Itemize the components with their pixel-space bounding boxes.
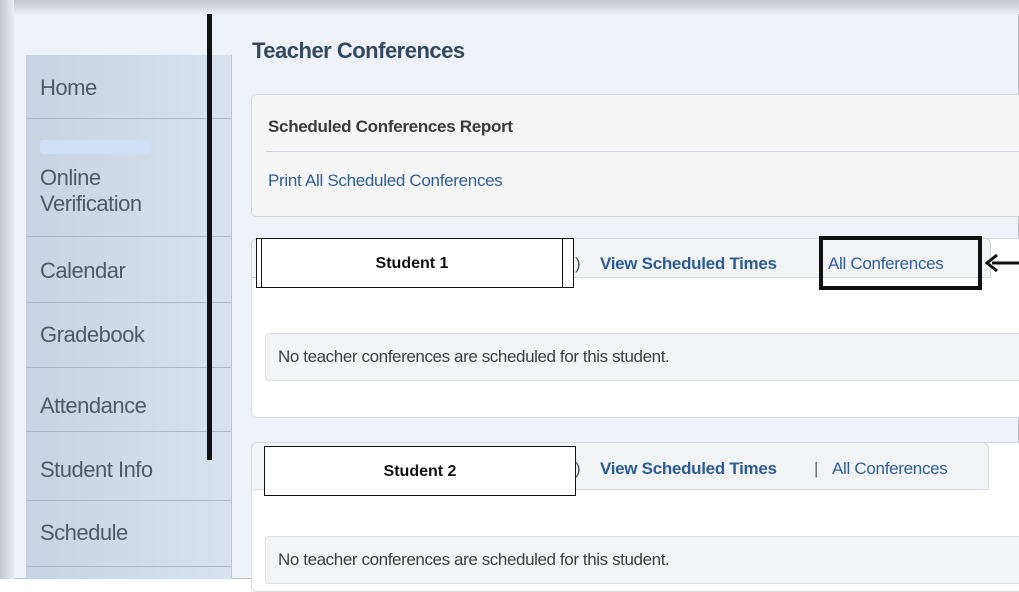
print-all-link[interactable]: Print All Scheduled Conferences	[268, 171, 503, 191]
sidebar-item-label: Home	[40, 75, 97, 100]
frame-left-shadow	[0, 0, 14, 579]
sidebar-item-label: Online	[40, 165, 101, 190]
sidebar-item-label: Attendance	[40, 393, 147, 418]
sidebar-item-schedule[interactable]: Schedule	[26, 501, 231, 567]
sidebar-item-label: Student Info	[40, 457, 153, 482]
annotation-highlight-box	[819, 236, 982, 290]
report-divider	[266, 151, 1019, 152]
sidebar-item-label: Calendar	[40, 258, 126, 283]
student-2-message: No teacher conferences are scheduled for…	[278, 550, 670, 569]
student-2-separator: |	[814, 459, 819, 478]
sidebar-item-online-verification[interactable]: Online Verification	[26, 119, 231, 237]
student-2-view-scheduled-times-link[interactable]: View Scheduled Times	[600, 459, 777, 479]
student-1-message: No teacher conferences are scheduled for…	[278, 347, 670, 366]
redacted-text	[40, 140, 150, 154]
frame-top-shadow	[0, 0, 1019, 14]
sidebar-item-gradebook[interactable]: Gradebook	[26, 303, 231, 368]
student-1-label: Student 1	[261, 238, 563, 288]
sidebar-item-calendar[interactable]: Calendar	[26, 237, 231, 303]
sidebar-item-label: Verification	[40, 191, 142, 216]
page-title: Teacher Conferences	[252, 38, 465, 63]
sidebar-item-student-info[interactable]: Student Info	[26, 432, 231, 501]
annotation-arrow-icon	[984, 253, 1019, 273]
report-title: Scheduled Conferences Report	[268, 117, 513, 136]
scheduled-report-panel	[251, 94, 1019, 217]
sidebar-item-label: Schedule	[40, 520, 128, 545]
student-2-label: Student 2	[264, 446, 576, 496]
student-2-all-conferences-link[interactable]: All Conferences	[832, 459, 948, 479]
annotation-vertical-bar	[207, 14, 212, 460]
student-1-paren: )	[575, 254, 581, 273]
student-2-paren: )	[575, 459, 581, 478]
sidebar-nav: Home Online Verification Calendar Gradeb…	[26, 55, 232, 579]
student-1-view-scheduled-times-link[interactable]: View Scheduled Times	[600, 254, 777, 274]
sidebar-item-home[interactable]: Home	[26, 55, 231, 119]
sidebar-item-attendance[interactable]: Attendance	[26, 368, 231, 432]
sidebar-item-label: Gradebook	[40, 322, 145, 347]
